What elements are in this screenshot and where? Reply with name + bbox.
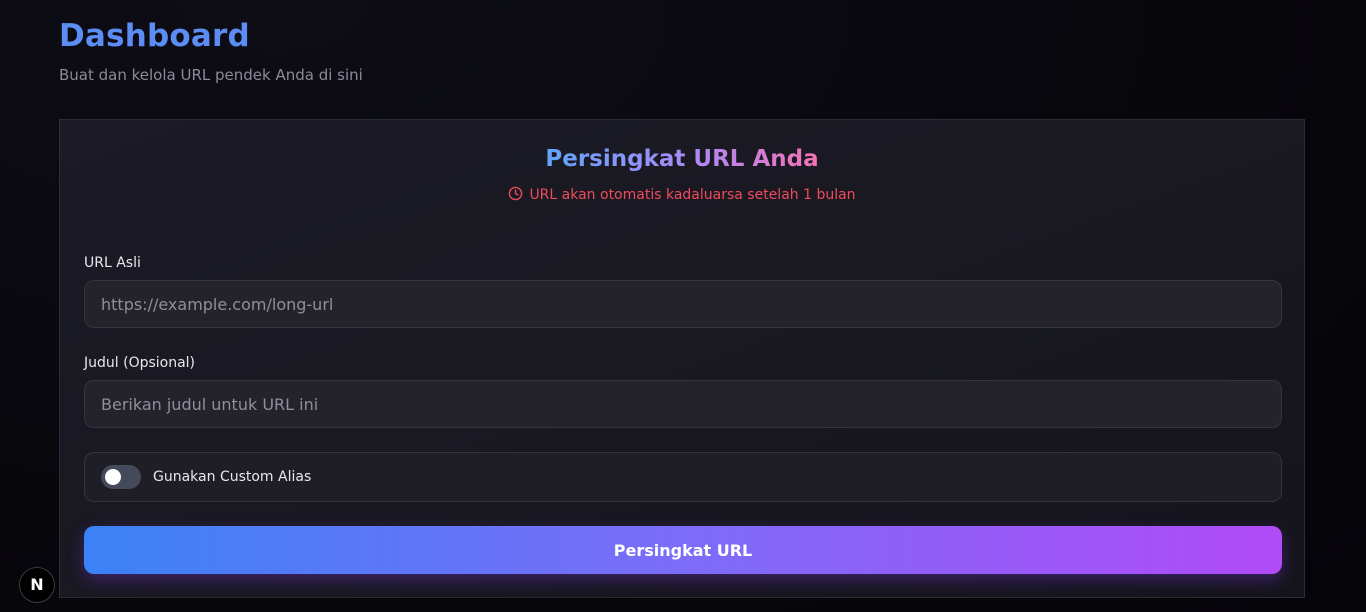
card-title-text: Persingkat URL Anda: [545, 146, 819, 172]
original-url-label: URL Asli: [84, 255, 141, 271]
custom-alias-toggle[interactable]: [101, 465, 141, 489]
custom-alias-label: Gunakan Custom Alias: [153, 469, 312, 485]
original-url-input[interactable]: [84, 280, 1282, 328]
clock-icon: [508, 186, 523, 205]
page-subtitle: Buat dan kelola URL pendek Anda di sini: [59, 66, 363, 84]
dashboard-page: Dashboard Buat dan kelola URL pendek And…: [0, 0, 1366, 612]
custom-alias-row: Gunakan Custom Alias: [84, 452, 1282, 502]
shorten-url-card: Persingkat URL Anda URL akan otomatis ka…: [59, 119, 1305, 598]
title-input[interactable]: [84, 380, 1282, 428]
page-title: Dashboard: [59, 18, 250, 54]
expiry-text: URL akan otomatis kadaluarsa setelah 1 b…: [529, 187, 856, 203]
shorten-url-button[interactable]: Persingkat URL: [84, 526, 1282, 574]
card-title: Persingkat URL Anda: [60, 146, 1304, 172]
title-label: Judul (Opsional): [84, 355, 196, 371]
expiry-notice: URL akan otomatis kadaluarsa setelah 1 b…: [60, 186, 1304, 205]
nextjs-dev-badge[interactable]: N: [19, 567, 55, 603]
toggle-knob: [105, 469, 121, 485]
